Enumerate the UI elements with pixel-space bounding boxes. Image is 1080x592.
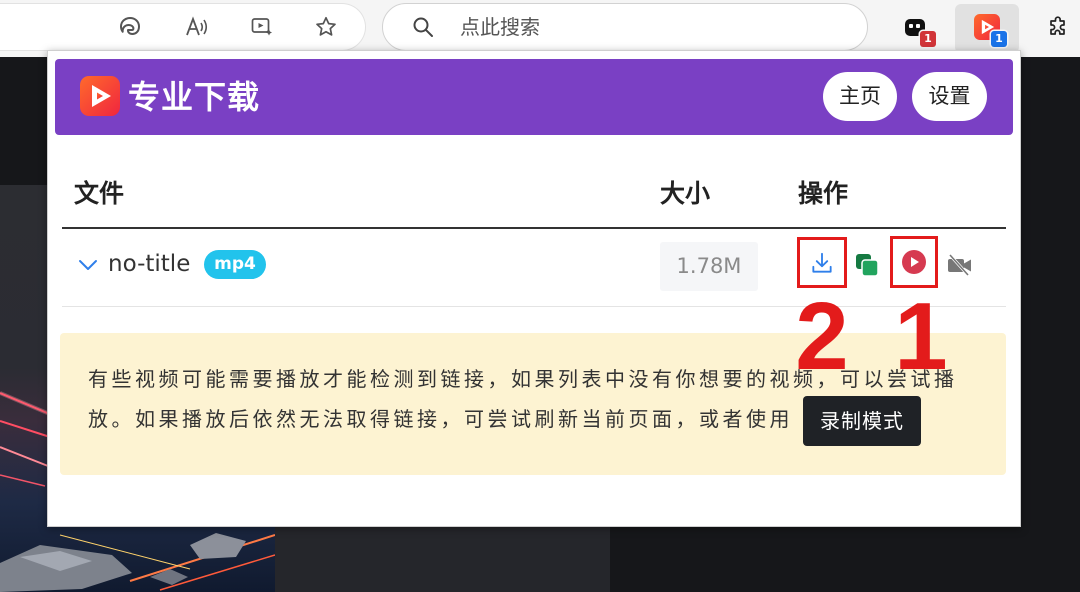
immersive-reader-icon[interactable] (249, 14, 275, 40)
file-name: no-title (108, 251, 191, 277)
downloader-popup: 专业下载 主页 设置 文件 大小 操作 no-title mp4 1.78M 有… (47, 50, 1021, 527)
browser-toolbar: 1 1 (0, 0, 1080, 57)
copy-icon[interactable] (854, 252, 880, 278)
file-size: 1.78M (660, 242, 758, 291)
edge-icon[interactable] (117, 14, 143, 40)
table-header-divider (62, 227, 1006, 229)
extension-badge: 1 (920, 31, 936, 47)
popup-header: 专业下载 主页 设置 (55, 59, 1013, 135)
address-bar[interactable] (0, 3, 366, 51)
popup-title: 专业下载 (128, 78, 261, 116)
notice-box: 有些视频可能需要播放才能检测到链接，如果列表中没有你想要的视频，可以尝试播放。如… (60, 333, 1006, 475)
read-aloud-icon[interactable] (184, 14, 210, 40)
play-icon[interactable] (901, 249, 927, 275)
camera-off-icon[interactable] (946, 252, 974, 278)
puzzle-icon[interactable] (1046, 15, 1070, 39)
search-box[interactable] (382, 3, 868, 51)
download-icon[interactable] (809, 250, 835, 276)
search-input[interactable] (460, 4, 840, 50)
settings-button[interactable]: 设置 (912, 72, 987, 121)
annotation-box (797, 237, 847, 288)
annotation-label-1: 1 (894, 283, 948, 390)
search-icon (412, 16, 434, 38)
favorite-star-icon[interactable] (313, 14, 339, 40)
video-downloader-badge: 1 (991, 31, 1007, 47)
column-header-actions: 操作 (798, 179, 849, 208)
chevron-down-icon[interactable] (78, 257, 98, 271)
home-button[interactable]: 主页 (823, 72, 897, 121)
format-badge: mp4 (204, 250, 266, 279)
annotation-box (890, 236, 938, 288)
app-logo-icon (80, 76, 120, 116)
column-header-file: 文件 (74, 179, 125, 208)
row-divider (62, 306, 1006, 307)
annotation-label-2: 2 (795, 283, 849, 390)
column-header-size: 大小 (660, 179, 711, 208)
record-mode-button[interactable]: 录制模式 (803, 395, 921, 446)
